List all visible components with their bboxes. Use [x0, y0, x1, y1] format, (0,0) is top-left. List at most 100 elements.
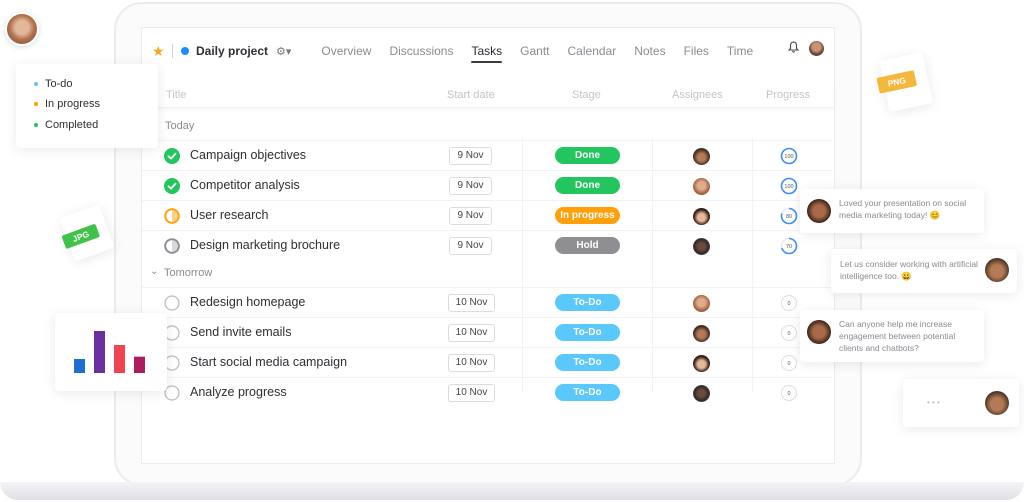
mini-chart-bar [94, 331, 105, 373]
group-header-tomorrow[interactable]: ⌄ Tomorrow [142, 259, 834, 287]
stage-badge[interactable]: To-Do [555, 354, 620, 371]
column-stage[interactable]: Stage [572, 89, 601, 101]
column-start-date[interactable]: Start date [447, 89, 495, 101]
assignee-avatar[interactable] [693, 385, 710, 402]
stage-badge[interactable]: Done [555, 147, 620, 164]
task-title[interactable]: Competitor analysis [190, 178, 300, 192]
start-date-field[interactable]: 9 Nov [449, 147, 492, 165]
png-file-icon: PNG [876, 51, 933, 113]
legend-item-todo: To-do [34, 78, 73, 90]
task-row[interactable]: User research 9 Nov In progress 80 [142, 200, 832, 230]
chat-avatar [985, 258, 1009, 282]
progress-ring: 0 [780, 294, 798, 312]
start-date-field[interactable]: 10 Nov [448, 294, 495, 312]
group-label: Today [165, 120, 195, 132]
svg-text:0: 0 [787, 391, 790, 397]
task-title[interactable]: Redesign homepage [190, 295, 305, 309]
chevron-down-icon[interactable]: ⌄ [150, 266, 158, 277]
header-actions [787, 41, 824, 56]
start-date-field[interactable]: 10 Nov [448, 324, 495, 342]
status-completed-icon[interactable] [164, 178, 180, 194]
start-date-field[interactable]: 10 Nov [448, 384, 495, 402]
stage-badge[interactable]: To-Do [555, 384, 620, 401]
start-date-field[interactable]: 10 Nov [448, 354, 495, 372]
svg-text:100: 100 [784, 154, 793, 160]
progress-ring: 0 [780, 324, 798, 342]
laptop-base [0, 482, 1024, 500]
task-title[interactable]: Send invite emails [190, 325, 291, 339]
app-header: ★ Daily project ⚙▾ Overview Discussions Ta… [142, 28, 834, 74]
start-date-field[interactable]: 9 Nov [449, 177, 492, 195]
progress-ring: 0 [780, 354, 798, 372]
stage-badge[interactable]: To-Do [555, 294, 620, 311]
task-title[interactable]: Design marketing brochure [190, 238, 340, 252]
progress-ring: 100 [780, 147, 798, 165]
chat-avatar [985, 391, 1009, 415]
column-title[interactable]: Title [166, 89, 186, 101]
tab-notes[interactable]: Notes [634, 28, 665, 74]
column-assignees[interactable]: Assignees [672, 89, 723, 101]
task-row[interactable]: Start social media campaign 10 Nov To-Do 0 [142, 347, 832, 377]
status-todo-icon[interactable] [164, 295, 180, 311]
group-header-today[interactable]: Today [142, 112, 834, 140]
task-row[interactable]: Campaign objectives 9 Nov Done 100 [142, 140, 832, 170]
stage-badge[interactable]: Done [555, 177, 620, 194]
assignee-avatar[interactable] [693, 208, 710, 225]
tab-time[interactable]: Time [727, 28, 753, 74]
tab-gantt[interactable]: Gantt [520, 28, 549, 74]
svg-text:0: 0 [787, 361, 790, 367]
task-row[interactable]: Send invite emails 10 Nov To-Do 0 [142, 317, 832, 347]
stage-badge[interactable]: To-Do [555, 324, 620, 341]
status-in-progress-icon[interactable] [164, 208, 180, 224]
task-title[interactable]: Start social media campaign [190, 355, 347, 369]
tab-calendar[interactable]: Calendar [568, 28, 617, 74]
user-avatar[interactable] [809, 41, 824, 56]
task-row[interactable]: Competitor analysis 9 Nov Done 100 [142, 170, 832, 200]
tab-tasks[interactable]: Tasks [471, 28, 502, 74]
task-row[interactable]: Design marketing brochure 9 Nov Hold 70 [142, 230, 832, 260]
tab-overview[interactable]: Overview [321, 28, 371, 74]
mini-chart-bar [134, 356, 145, 373]
stage-badge[interactable]: Hold [555, 237, 620, 254]
legend-label: In progress [45, 98, 101, 110]
column-progress[interactable]: Progress [766, 89, 810, 101]
team-member-avatar [5, 12, 39, 46]
star-icon[interactable]: ★ [152, 43, 166, 60]
task-title[interactable]: Campaign objectives [190, 148, 306, 162]
status-hold-icon[interactable] [164, 238, 180, 254]
tab-bar: Overview Discussions Tasks Gantt Calendar Not… [321, 28, 771, 74]
status-completed-icon[interactable] [164, 148, 180, 164]
marketing-hero: ★ Daily project ⚙▾ Overview Discussions Ta… [0, 0, 1024, 502]
tab-discussions[interactable]: Discussions [389, 28, 453, 74]
task-row[interactable]: Analyze progress 10 Nov To-Do 0 [142, 377, 832, 407]
svg-text:70: 70 [786, 244, 792, 250]
tab-files[interactable]: Files [684, 28, 709, 74]
bell-icon[interactable] [787, 41, 800, 56]
task-title[interactable]: Analyze progress [190, 385, 287, 399]
project-title: Daily project [196, 44, 269, 58]
assignee-avatar[interactable] [693, 325, 710, 342]
legend-item-in-progress: In progress [34, 98, 100, 110]
chat-avatar [807, 320, 831, 344]
start-date-field[interactable]: 9 Nov [449, 207, 492, 225]
legend-dot [34, 123, 38, 127]
chat-message: Can anyone help me increase engagement b… [800, 310, 984, 362]
gear-icon[interactable]: ⚙▾ [276, 45, 291, 58]
legend-dot [34, 102, 38, 106]
assignee-avatar[interactable] [693, 355, 710, 372]
svg-text:80: 80 [786, 214, 792, 220]
assignee-avatar[interactable] [693, 295, 710, 312]
assignee-avatar[interactable] [693, 178, 710, 195]
progress-ring: 80 [780, 207, 798, 225]
chat-avatar [807, 199, 831, 223]
task-row[interactable]: Redesign homepage 10 Nov To-Do 0 [142, 287, 832, 317]
stage-badge[interactable]: In progress [555, 207, 620, 224]
start-date-field[interactable]: 9 Nov [449, 237, 492, 255]
assignee-avatar[interactable] [693, 238, 710, 255]
mini-bar-chart [74, 331, 145, 373]
task-title[interactable]: User research [190, 208, 269, 222]
divider [172, 44, 173, 58]
chat-message: Let us consider working with artificial … [831, 249, 1017, 293]
assignee-avatar[interactable] [693, 148, 710, 165]
app-window: ★ Daily project ⚙▾ Overview Discussions Ta… [141, 27, 835, 464]
